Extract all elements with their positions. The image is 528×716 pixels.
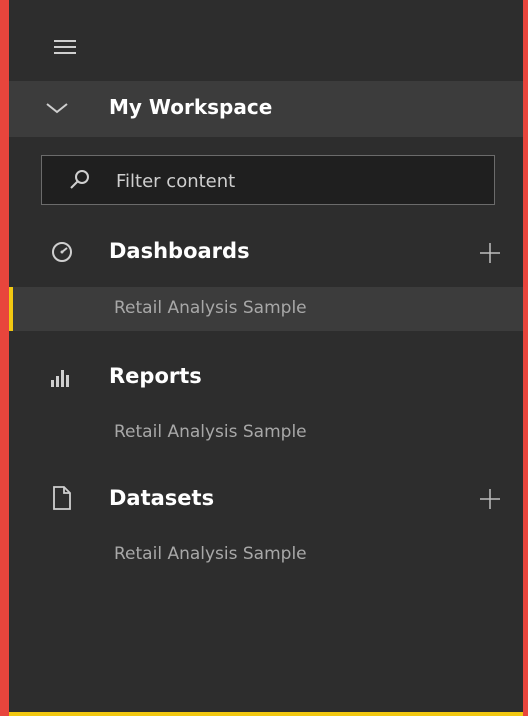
dataset-item[interactable]: Retail Analysis Sample — [9, 533, 523, 577]
search-icon — [70, 170, 89, 189]
add-dashboard-icon[interactable] — [479, 242, 501, 264]
filter-input[interactable] — [114, 165, 478, 197]
dataset-item-label: Retail Analysis Sample — [114, 544, 307, 564]
dashboard-gauge-icon — [52, 242, 72, 262]
nav-pane: My Workspace Dashboards Retail Analysis … — [9, 0, 523, 716]
menu-icon[interactable] — [54, 40, 76, 54]
dashboards-heading[interactable]: Dashboards — [109, 239, 250, 263]
report-item[interactable]: Retail Analysis Sample — [9, 411, 523, 455]
active-indicator — [9, 287, 13, 331]
dashboard-item-label: Retail Analysis Sample — [114, 298, 307, 318]
reports-bar-chart-icon — [51, 370, 69, 387]
dashboard-item[interactable]: Retail Analysis Sample — [9, 287, 523, 331]
reports-heading[interactable]: Reports — [109, 364, 202, 388]
datasets-heading[interactable]: Datasets — [109, 486, 214, 510]
workspace-title: My Workspace — [109, 95, 273, 119]
chevron-down-icon — [46, 103, 68, 114]
report-item-label: Retail Analysis Sample — [114, 422, 307, 442]
dataset-document-icon — [53, 486, 71, 510]
bottom-accent-strip — [9, 712, 523, 716]
filter-box[interactable] — [41, 155, 495, 205]
workspace-header[interactable]: My Workspace — [9, 81, 523, 137]
add-dataset-icon[interactable] — [479, 488, 501, 510]
